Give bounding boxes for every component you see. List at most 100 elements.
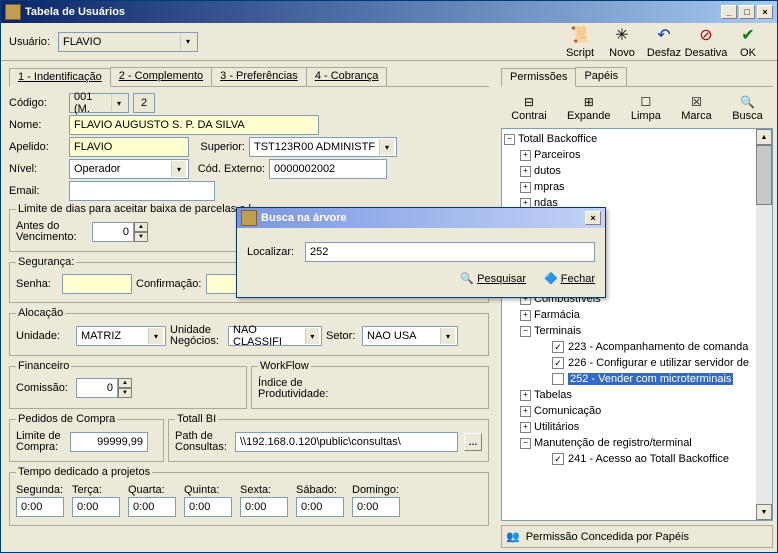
limite-legend: Limite de dias para aceitar baixa de par… xyxy=(16,203,253,215)
tree-toggle[interactable]: + xyxy=(520,390,531,401)
close-button[interactable]: × xyxy=(757,5,773,19)
senha-input[interactable] xyxy=(62,274,132,294)
codigo-label: Código: xyxy=(9,97,65,109)
marca-button[interactable]: ☒Marca xyxy=(681,95,712,122)
superior-label: Superior: xyxy=(193,141,245,153)
localizar-input[interactable] xyxy=(305,242,595,262)
tree-checkbox[interactable]: ✓ xyxy=(552,453,564,465)
codext-input[interactable] xyxy=(269,159,387,179)
antes-label: Antes do Vencimento: xyxy=(16,221,88,243)
tree-toggle[interactable]: + xyxy=(520,310,531,321)
collapse-icon: ⊟ xyxy=(524,95,534,109)
dialog-icon xyxy=(241,210,257,226)
tempo-legend: Tempo dedicado a projetos xyxy=(16,466,152,478)
tab-identificacao[interactable]: 1 - Indentificação xyxy=(9,68,111,87)
top-row: Usuário: FLAVIO 📜Script ✳Novo ↶Desfaz ⊘D… xyxy=(1,23,777,61)
alocacao-legend: Alocação xyxy=(16,307,65,319)
sexta-input[interactable] xyxy=(240,497,288,517)
tree-toggle[interactable]: − xyxy=(504,134,515,145)
search-dialog: Busca na árvore × Localizar: 🔍Pesquisar … xyxy=(236,207,606,298)
superior-combo[interactable]: TST123R00 ADMINISTF xyxy=(249,137,397,157)
fechar-button[interactable]: 🔷Fechar xyxy=(544,272,595,285)
roles-icon: 👥 xyxy=(506,530,520,543)
domingo-input[interactable] xyxy=(352,497,400,517)
quarta-input[interactable] xyxy=(128,497,176,517)
limite-compra-input[interactable] xyxy=(70,432,148,452)
comissao-spinner[interactable]: ▲▼ xyxy=(76,378,132,398)
contrai-button[interactable]: ⊟Contrai xyxy=(511,95,546,122)
desfaz-button[interactable]: ↶Desfaz xyxy=(643,25,685,59)
window-title: Tabela de Usuários xyxy=(25,6,125,18)
nivel-label: Nível: xyxy=(9,163,65,175)
tree-toggle[interactable]: + xyxy=(520,150,531,161)
chevron-down-icon xyxy=(180,34,195,50)
unidade-neg-combo[interactable]: NAO CLASSIFI xyxy=(228,326,322,346)
nome-label: Nome: xyxy=(9,119,65,131)
segunda-input[interactable] xyxy=(16,497,64,517)
limpa-button[interactable]: ☐Limpa xyxy=(631,95,661,122)
senha-label: Senha: xyxy=(16,278,58,290)
maximize-button[interactable]: □ xyxy=(739,5,755,19)
nivel-combo[interactable]: Operador xyxy=(69,159,189,179)
dialog-close-button[interactable]: × xyxy=(585,211,601,225)
tree-checkbox[interactable]: ✓ xyxy=(552,341,564,353)
scroll-up-button[interactable]: ▲ xyxy=(756,129,772,145)
ok-button[interactable]: ✔OK xyxy=(727,25,769,59)
busca-button[interactable]: 🔍Busca xyxy=(732,95,763,122)
unidade-combo[interactable]: MATRIZ xyxy=(76,326,166,346)
tree-checkbox[interactable] xyxy=(552,373,564,385)
tree-item-selected[interactable]: 252 - Vender com microterminais xyxy=(568,373,733,385)
tree-toggle[interactable]: + xyxy=(520,166,531,177)
usuario-label: Usuário: xyxy=(9,36,50,48)
search-icon: 🔍 xyxy=(740,95,755,109)
script-icon: 📜 xyxy=(570,25,590,45)
expande-button[interactable]: ⊞Expande xyxy=(567,95,610,122)
scroll-down-button[interactable]: ▼ xyxy=(756,504,772,520)
email-input[interactable] xyxy=(69,181,215,201)
minimize-button[interactable]: _ xyxy=(721,5,737,19)
new-icon: ✳ xyxy=(615,25,628,45)
pesquisar-button[interactable]: 🔍Pesquisar xyxy=(460,272,526,285)
path-input[interactable] xyxy=(235,432,458,452)
path-browse-button[interactable]: … xyxy=(464,433,482,451)
desativa-button[interactable]: ⊘Desativa xyxy=(685,25,727,59)
path-label: Path de Consultas: xyxy=(175,431,231,453)
tree-toggle[interactable]: − xyxy=(520,438,531,449)
tab-permissoes[interactable]: Permissões xyxy=(501,68,576,87)
permissions-tree[interactable]: −Totall Backoffice +Parceiros +dutos +mp… xyxy=(501,128,773,521)
tree-toggle[interactable]: − xyxy=(520,326,531,337)
disable-icon: ⊘ xyxy=(699,25,712,45)
chevron-down-icon xyxy=(111,95,126,111)
tab-cobranca[interactable]: 4 - Cobrança xyxy=(306,67,388,86)
script-button[interactable]: 📜Script xyxy=(559,25,601,59)
app-icon xyxy=(5,4,21,20)
comissao-label: Comissão: xyxy=(16,382,72,394)
tab-complemento[interactable]: 2 - Complemento xyxy=(110,67,212,86)
tree-scrollbar[interactable]: ▲ ▼ xyxy=(756,129,772,520)
novo-button[interactable]: ✳Novo xyxy=(601,25,643,59)
setor-combo[interactable]: NAO USA xyxy=(362,326,458,346)
antes-spinner[interactable]: ▲▼ xyxy=(92,222,148,242)
apelido-input[interactable] xyxy=(69,137,189,157)
codext-label: Cód. Externo: xyxy=(193,163,265,175)
tree-toggle[interactable]: + xyxy=(520,182,531,193)
sabado-input[interactable] xyxy=(296,497,344,517)
localizar-label: Localizar: xyxy=(247,246,301,258)
tree-toggle[interactable]: + xyxy=(520,422,531,433)
quinta-input[interactable] xyxy=(184,497,232,517)
nome-input[interactable] xyxy=(69,115,319,135)
expand-icon: ⊞ xyxy=(584,95,594,109)
tree-checkbox[interactable]: ✓ xyxy=(552,357,564,369)
codigo-combo[interactable]: 001 (M. xyxy=(69,93,129,113)
usuario-combo[interactable]: FLAVIO xyxy=(58,32,198,52)
chevron-down-icon xyxy=(171,161,186,177)
scroll-thumb[interactable] xyxy=(756,145,772,205)
tab-preferencias[interactable]: 3 - Preferências xyxy=(211,67,307,86)
tree-toggle[interactable]: + xyxy=(520,406,531,417)
search-icon: 🔍 xyxy=(460,272,474,285)
terca-input[interactable] xyxy=(72,497,120,517)
bottom-note: 👥 Permissão Concedida por Papéis xyxy=(501,525,773,548)
chevron-down-icon xyxy=(440,328,455,344)
check-icon: ✔ xyxy=(741,25,754,45)
tab-papeis[interactable]: Papéis xyxy=(575,67,627,86)
